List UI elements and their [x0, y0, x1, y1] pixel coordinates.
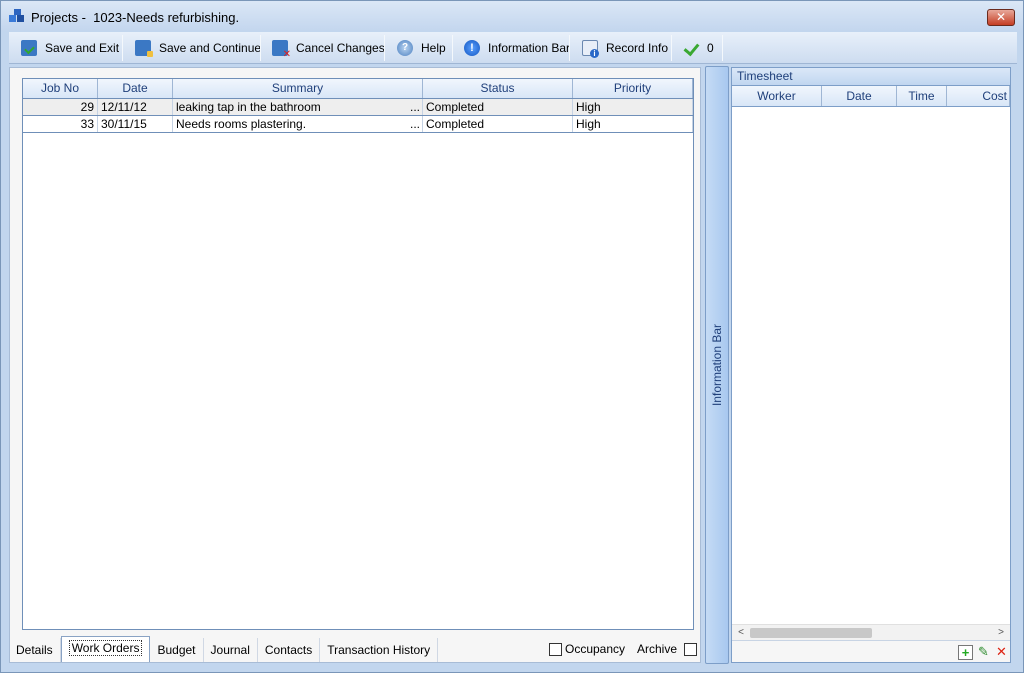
summary-text: Needs rooms plastering.	[176, 117, 307, 131]
priority-cell: High	[573, 99, 693, 115]
status-cell: Completed	[423, 116, 573, 132]
priority-cell: High	[573, 116, 693, 132]
column-header-cost[interactable]: Cost	[947, 86, 1010, 106]
job-no-cell: 29	[23, 99, 98, 115]
scrollbar-thumb[interactable]	[750, 628, 872, 638]
timesheet-grid-header: Worker Date Time Cost	[732, 86, 1010, 107]
archive-option[interactable]: Archive	[637, 642, 698, 656]
timesheet-panel: Timesheet Worker Date Time Cost < > + ✎ …	[731, 67, 1011, 663]
save-and-continue-label: Save and Continue	[159, 41, 262, 55]
job-no-cell: 33	[23, 116, 98, 132]
date-cell: 12/11/12	[98, 99, 173, 115]
archive-label: Archive	[637, 642, 678, 656]
help-label: Help	[421, 41, 446, 55]
edit-icon[interactable]: ✎	[976, 645, 991, 660]
tab-transaction-history[interactable]: Transaction History	[320, 638, 439, 662]
column-header-status[interactable]: Status	[423, 79, 573, 98]
scroll-right-icon[interactable]: >	[994, 626, 1008, 640]
date-cell: 30/11/15	[98, 116, 173, 132]
record-info-icon	[582, 40, 599, 58]
help-icon: ?	[397, 40, 413, 56]
toolbar-separator	[569, 35, 570, 61]
work-orders-panel: Job No Date Summary Status Priority 29 1…	[9, 67, 701, 663]
cancel-changes-label: Cancel Changes	[296, 41, 385, 55]
check-icon	[683, 40, 699, 56]
table-row[interactable]: 33 30/11/15 Needs rooms plastering.... C…	[23, 116, 693, 133]
column-header-job-no[interactable]: Job No	[23, 79, 98, 98]
status-cell: Completed	[423, 99, 573, 115]
occupancy-checkbox[interactable]	[549, 642, 562, 656]
record-info-button[interactable]: Record Info	[582, 35, 668, 61]
information-bar-button[interactable]: ! Information Bar	[464, 35, 570, 61]
column-header-time[interactable]: Time	[897, 86, 947, 106]
save-exit-icon	[21, 40, 37, 56]
timesheet-title: Timesheet	[732, 68, 1010, 86]
add-icon[interactable]: +	[958, 645, 973, 660]
window-title: Projects - 1023-Needs refurbishing.	[31, 10, 240, 25]
occupancy-option[interactable]: Occupancy	[549, 642, 625, 656]
column-header-worker[interactable]: Worker	[732, 86, 822, 106]
save-continue-icon	[135, 40, 153, 57]
occupancy-label: Occupancy	[565, 642, 626, 656]
check-count: 0	[707, 41, 714, 55]
column-header-date[interactable]: Date	[98, 79, 173, 98]
information-bar-label: Information Bar	[710, 323, 724, 407]
scroll-left-icon[interactable]: <	[734, 626, 748, 640]
tab-budget[interactable]: Budget	[150, 638, 204, 662]
close-window-button[interactable]: ✕	[987, 9, 1015, 26]
summary-cell: leaking tap in the bathroom...	[173, 99, 423, 115]
information-bar-label: Information Bar	[488, 41, 571, 55]
tab-journal[interactable]: Journal	[204, 638, 258, 662]
record-info-label: Record Info	[606, 41, 669, 55]
tab-details[interactable]: Details	[9, 638, 61, 662]
timesheet-horizontal-scrollbar[interactable]: < >	[732, 624, 1010, 640]
table-row[interactable]: 29 12/11/12 leaking tap in the bathroom.…	[23, 99, 693, 116]
tab-contacts[interactable]: Contacts	[258, 638, 321, 662]
information-icon: !	[464, 40, 480, 56]
toolbar-separator	[122, 35, 123, 61]
save-and-exit-label: Save and Exit	[45, 41, 120, 55]
summary-text: leaking tap in the bathroom	[176, 100, 321, 114]
bottom-tabs: Details Work Orders Budget Journal Conta…	[9, 636, 439, 662]
tab-work-orders-label: Work Orders	[68, 640, 143, 656]
projects-app-icon	[9, 9, 24, 22]
toolbar-separator	[384, 35, 385, 61]
archive-checkbox[interactable]	[684, 642, 698, 656]
toolbar-separator	[260, 35, 261, 61]
column-header-priority[interactable]: Priority	[573, 79, 693, 98]
delete-icon[interactable]: ✕	[994, 645, 1009, 660]
cancel-changes-button[interactable]: Cancel Changes	[272, 35, 385, 61]
toolbar: Save and Exit Save and Continue Cancel C…	[9, 32, 1017, 64]
save-and-exit-button[interactable]: Save and Exit	[21, 35, 119, 61]
toolbar-separator	[671, 35, 672, 61]
summary-more-button[interactable]: ...	[410, 116, 420, 132]
column-header-summary[interactable]: Summary	[173, 79, 423, 98]
column-header-date[interactable]: Date	[822, 86, 897, 106]
checks-button[interactable]: 0	[683, 35, 714, 61]
help-button[interactable]: ? Help	[397, 35, 446, 61]
title-bar[interactable]: Projects - 1023-Needs refurbishing. ✕	[1, 1, 1023, 31]
toolbar-separator	[722, 35, 723, 61]
toolbar-separator	[452, 35, 453, 61]
projects-window: Projects - 1023-Needs refurbishing. ✕ Sa…	[0, 0, 1024, 673]
work-orders-grid: Job No Date Summary Status Priority 29 1…	[22, 78, 694, 630]
summary-cell: Needs rooms plastering....	[173, 116, 423, 132]
cancel-changes-icon	[272, 40, 291, 60]
summary-more-button[interactable]: ...	[410, 99, 420, 115]
tab-work-orders[interactable]: Work Orders	[60, 636, 151, 662]
grid-header: Job No Date Summary Status Priority	[23, 79, 693, 99]
save-and-continue-button[interactable]: Save and Continue	[135, 35, 261, 61]
information-bar-toggle[interactable]: Information Bar	[705, 66, 729, 664]
timesheet-actions: + ✎ ✕	[732, 640, 1010, 662]
